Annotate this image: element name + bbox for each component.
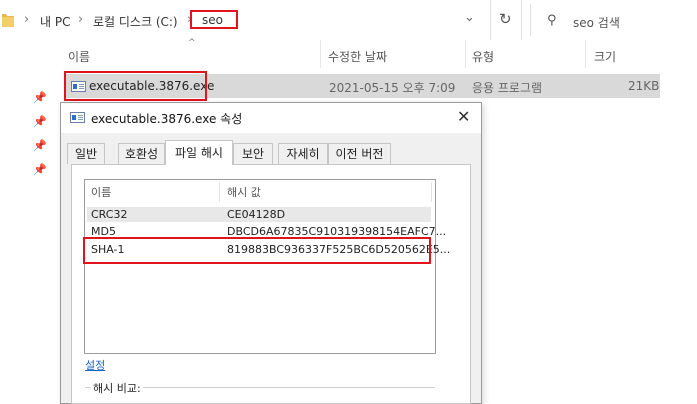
settings-link[interactable]: 설정 (85, 357, 105, 373)
column-divider[interactable] (465, 40, 466, 68)
pin-icon: 📌 (33, 91, 47, 104)
hash-name-crc32[interactable]: CRC32 (91, 208, 127, 221)
column-header-name[interactable]: 이름 (68, 48, 90, 65)
breadcrumb-this-pc[interactable]: 내 PC (40, 13, 70, 30)
refresh-icon: ↻ (499, 10, 512, 28)
hash-list[interactable]: 이름 해시 값 CRC32 CE04128D MD5 DBCD6A67835C9… (84, 179, 450, 354)
dialog-titlebar[interactable]: executable.3876.exe 속성 ✕ (61, 103, 481, 133)
column-header-size[interactable]: 크기 (594, 48, 616, 65)
compare-group-label: 해시 비교: (91, 380, 143, 396)
file-hash-panel: 이름 해시 값 CRC32 CE04128D MD5 DBCD6A67835C9… (71, 164, 471, 404)
search-icon: ⚲ (547, 13, 557, 28)
sort-ascending-icon: ^ (188, 38, 196, 48)
folder-icon (2, 14, 14, 27)
tab-compatibility[interactable]: 호환성 (118, 143, 165, 164)
pin-icon: 📌 (33, 115, 47, 128)
list-header-hash-value[interactable]: 해시 값 (227, 184, 261, 200)
refresh-button[interactable]: ↻ (490, 0, 522, 40)
dialog-title: executable.3876.exe 속성 (91, 112, 243, 126)
close-icon[interactable]: ✕ (457, 107, 470, 126)
breadcrumb-seo[interactable]: seo (202, 13, 223, 27)
chevron-right-icon: › (24, 12, 30, 27)
tab-general[interactable]: 일반 (67, 143, 105, 164)
search-placeholder: seo 검색 (573, 16, 620, 30)
list-header-name[interactable]: 이름 (91, 184, 111, 200)
highlight-box-sha1 (83, 237, 431, 264)
file-type: 응용 프로그램 (472, 81, 543, 95)
breadcrumb-local-disk[interactable]: 로컬 디스크 (C:) (93, 13, 178, 30)
tab-previous-versions[interactable]: 이전 버전 (328, 143, 391, 164)
pin-icon: 📌 (33, 163, 47, 176)
column-divider[interactable] (431, 182, 432, 202)
address-bar[interactable]: › 내 PC › 로컬 디스크 (C:) › seo ⌄ (0, 0, 488, 40)
search-input[interactable]: ⚲ seo 검색 (530, 4, 697, 36)
column-divider[interactable] (320, 40, 321, 68)
file-size: 21KB (628, 79, 660, 93)
highlight-box-filename (64, 71, 207, 101)
executable-icon (70, 112, 85, 123)
tab-file-hash[interactable]: 파일 해시 (165, 140, 233, 165)
pin-icon: 📌 (33, 139, 47, 152)
column-divider[interactable] (585, 40, 586, 68)
properties-dialog: executable.3876.exe 속성 ✕ 일반 호환성 파일 해시 보안… (60, 102, 482, 404)
tab-details[interactable]: 자세히 (278, 143, 328, 164)
column-header-type[interactable]: 유형 (472, 48, 494, 65)
column-header-modified[interactable]: 수정한 날짜 (328, 48, 387, 65)
hash-value-crc32[interactable]: CE04128D (227, 208, 285, 221)
file-modified: 2021-05-15 오후 7:09 (329, 81, 456, 95)
chevron-down-icon[interactable]: ⌄ (464, 10, 475, 25)
chevron-right-icon: › (78, 12, 84, 27)
column-divider[interactable] (219, 182, 220, 202)
tab-security[interactable]: 보안 (233, 143, 273, 164)
